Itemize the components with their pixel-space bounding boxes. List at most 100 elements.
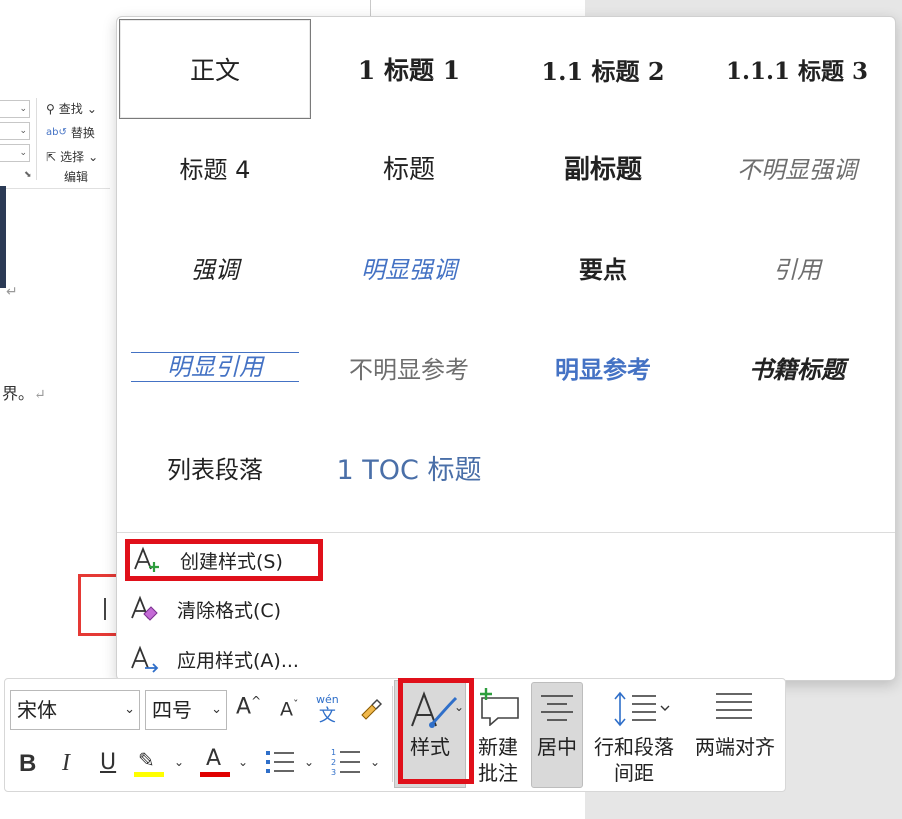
apply-style-label: 应用样式(A)... <box>177 649 299 672</box>
apply-style-menu-item[interactable]: 应用样式(A)... <box>127 639 477 679</box>
new-comment-icon <box>476 686 522 730</box>
phonetic-guide-button[interactable]: wén 文 <box>316 693 339 727</box>
ribbon-combo-2[interactable]: ⌄ <box>0 122 30 140</box>
highlight-frame <box>78 574 118 636</box>
style-item-intense-quote[interactable]: 明显引用 <box>119 317 311 417</box>
style-item-subtle-emphasis[interactable]: 不明显强调 <box>701 117 893 217</box>
style-item-quote[interactable]: 引用 <box>701 217 893 317</box>
ribbon-separator <box>36 98 37 180</box>
italic-button[interactable]: I <box>62 750 70 777</box>
styles-gallery-panel: 正文 1 标题 1 1.1 标题 2 1.1.1 标题 3 标题 4 标题 副标… <box>116 16 896 681</box>
font-color-swatch <box>200 772 230 777</box>
create-style-menu-item[interactable]: 创建样式(S) <box>125 539 323 581</box>
shrink-font-icon: A <box>280 698 293 721</box>
align-center-icon <box>538 692 576 730</box>
justify-icon <box>716 693 752 719</box>
style-item-normal[interactable]: 正文 <box>119 19 311 119</box>
toolbar-separator <box>392 686 393 782</box>
justify-label: 两端对齐 <box>695 735 775 759</box>
new-comment-button[interactable]: 新建 批注 <box>472 734 524 786</box>
style-item-list-paragraph[interactable]: 列表段落 <box>119 417 311 517</box>
font-color-button[interactable]: A <box>200 746 230 778</box>
svg-text:3: 3 <box>331 768 336 776</box>
select-button[interactable]: ⇱ 选择 ⌄ <box>46 148 98 165</box>
clear-format-menu-item[interactable]: 清除格式(C) <box>127 589 477 629</box>
numbered-list-button[interactable]: 1 2 3 <box>330 746 362 780</box>
editing-group-label: 编辑 <box>64 168 88 185</box>
clear-format-label: 清除格式(C) <box>177 599 282 622</box>
apply-style-icon <box>127 644 167 674</box>
search-icon: ⚲ <box>46 101 55 116</box>
highlight-color-button[interactable]: ✎ <box>134 748 166 778</box>
svg-text:2: 2 <box>331 758 336 767</box>
chevron-down-icon: ⌄ <box>88 149 99 164</box>
line-spacing-label: 行和段落 间距 <box>588 734 680 786</box>
style-item-subtitle[interactable]: 副标题 <box>507 117 699 217</box>
bullet-list-button[interactable] <box>264 748 296 780</box>
cursor-icon: ⇱ <box>46 149 57 164</box>
style-item-subtle-reference[interactable]: 不明显参考 <box>313 317 505 417</box>
line-spacing-label-2: 间距 <box>614 761 654 785</box>
line-spacing-icon <box>614 691 670 727</box>
style-item-intense-emphasis[interactable]: 明显强调 <box>313 217 505 317</box>
chevron-down-icon[interactable]: ⌄ <box>304 755 314 769</box>
style-item-title[interactable]: 标题 <box>313 117 505 217</box>
chevron-down-icon[interactable]: ⌄ <box>124 691 135 729</box>
bold-button[interactable]: B <box>19 750 36 778</box>
document-line: 界。↵ <box>2 380 46 404</box>
ribbon-editing-group: ⌄ ⌄ ⌄ ⚲ 查找 ⌄ ab↺ 替换 ⇱ 选择 ⌄ 编辑 ⬊ <box>0 96 110 189</box>
shrink-font-button[interactable]: Aˇ <box>280 698 299 720</box>
styles-highlight-frame <box>398 678 474 784</box>
grow-font-icon: A <box>236 694 252 720</box>
style-item-strong[interactable]: 要点 <box>507 217 699 317</box>
svg-text:1: 1 <box>331 748 336 757</box>
replace-icon: ab↺ <box>46 127 67 138</box>
format-painter-button[interactable] <box>357 696 383 728</box>
paragraph-mark: ↵ <box>34 387 46 403</box>
font-name-value: 宋体 <box>17 698 57 722</box>
style-item-heading-3[interactable]: 1.1.1 标题 3 <box>701 19 893 119</box>
style-item-book-title[interactable]: 书籍标题 <box>701 317 893 417</box>
replace-button[interactable]: ab↺ 替换 <box>46 124 95 141</box>
font-name-combo[interactable]: 宋体 ⌄ <box>10 690 140 730</box>
paragraph-mark: ↵ <box>6 284 18 300</box>
style-item-emphasis[interactable]: 强调 <box>119 217 311 317</box>
highlighter-icon: ✎ <box>138 748 155 772</box>
font-color-letter: A <box>206 746 222 771</box>
phonetic-char: 文 <box>318 706 336 726</box>
style-item-heading-1[interactable]: 1 标题 1 <box>313 19 505 119</box>
font-size-combo[interactable]: 四号 ⌄ <box>145 690 227 730</box>
grow-font-button[interactable]: A^ <box>236 694 261 719</box>
chevron-down-icon: ⌄ <box>86 101 97 116</box>
ribbon-combo-1[interactable]: ⌄ <box>0 100 30 118</box>
style-item-toc-heading[interactable]: 1 TOC 标题 <box>313 417 505 517</box>
chevron-down-icon[interactable]: ⌄ <box>174 755 184 769</box>
document-text: 界。 <box>2 384 35 403</box>
underline-button[interactable]: U <box>100 750 116 775</box>
style-item-intense-reference[interactable]: 明显参考 <box>507 317 699 417</box>
paintbrush-icon <box>357 698 383 728</box>
phonetic-top: wén <box>316 693 339 706</box>
find-label: 查找 <box>58 102 83 116</box>
clear-format-icon <box>127 594 167 624</box>
line-spacing-button[interactable] <box>612 690 672 732</box>
find-button[interactable]: ⚲ 查找 ⌄ <box>46 100 97 117</box>
ribbon-combo-3[interactable]: ⌄ <box>0 144 30 162</box>
chevron-down-icon[interactable]: ⌄ <box>370 755 380 769</box>
justify-button[interactable] <box>714 690 754 730</box>
bullet-list-icon <box>266 751 294 773</box>
dialog-launcher-icon[interactable]: ⬊ <box>24 170 32 180</box>
font-size-value: 四号 <box>152 698 192 722</box>
chevron-down-icon[interactable]: ⌄ <box>211 691 222 729</box>
text-cursor <box>104 598 106 620</box>
group-label-text: 编辑 <box>64 170 89 184</box>
new-comment-label-2: 批注 <box>478 761 518 785</box>
create-style-icon <box>130 545 170 575</box>
replace-label: 替换 <box>70 126 95 140</box>
style-item-heading-4[interactable]: 标题 4 <box>119 117 311 217</box>
panel-divider <box>117 532 895 533</box>
style-item-heading-2[interactable]: 1.1 标题 2 <box>507 19 699 119</box>
create-style-label: 创建样式(S) <box>180 550 283 573</box>
chevron-down-icon[interactable]: ⌄ <box>238 755 248 769</box>
intense-quote-text: 明显引用 <box>131 352 299 382</box>
